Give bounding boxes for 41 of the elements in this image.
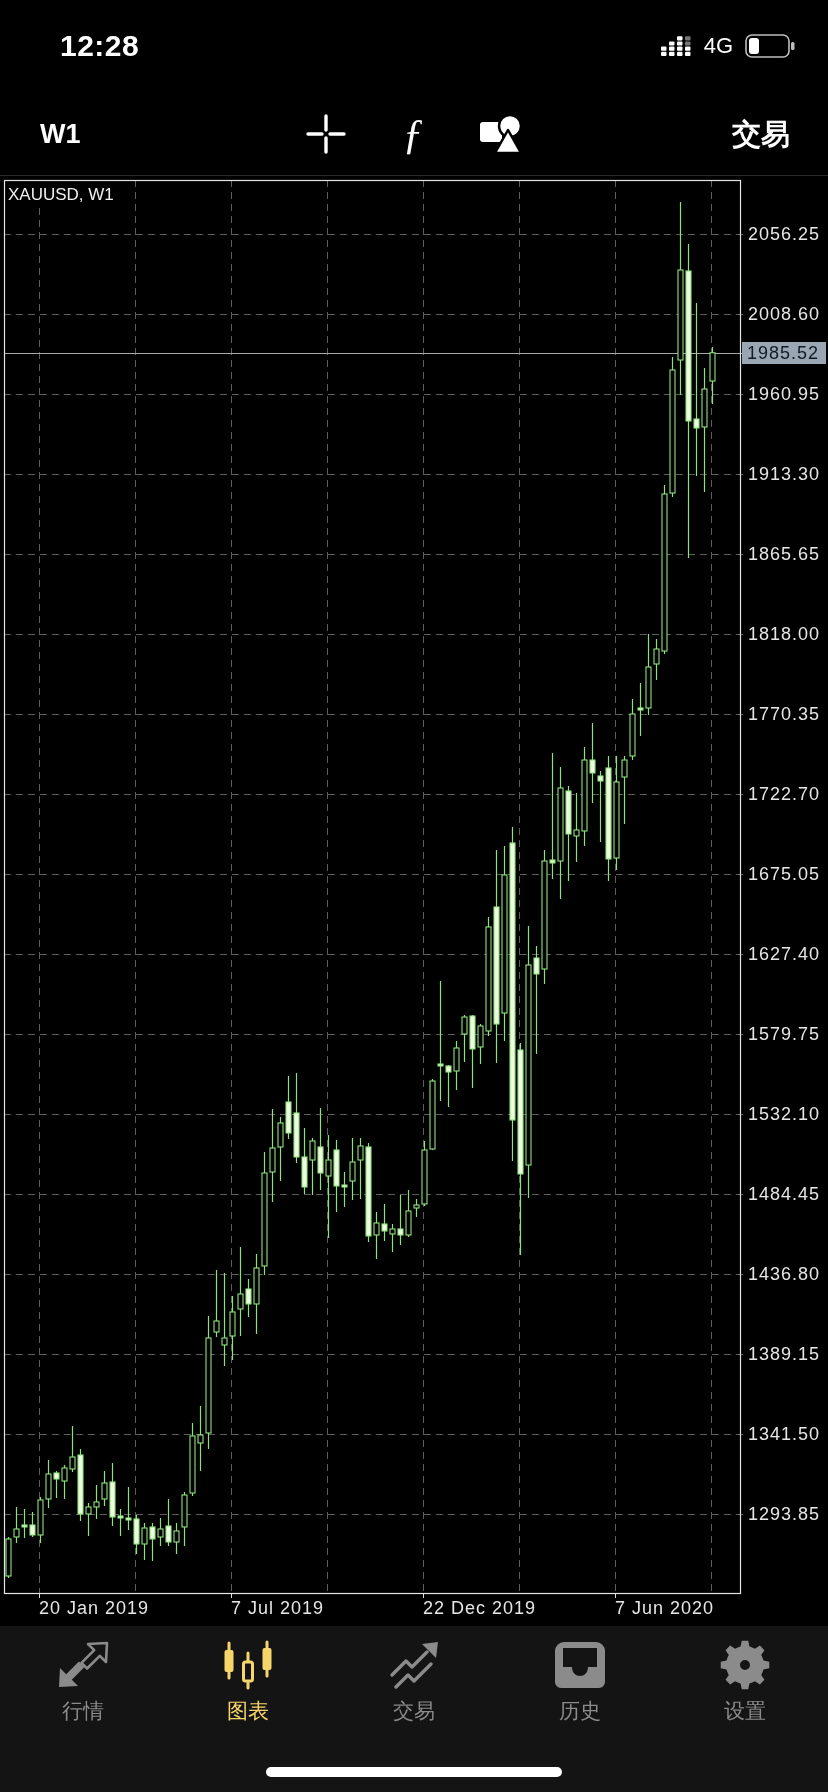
tab[interactable]: 图表 bbox=[193, 1640, 304, 1724]
date-label: 7 Jul 2019 bbox=[231, 1598, 325, 1618]
price-label: 1579.75 bbox=[748, 1023, 821, 1045]
price-label: 1675.05 bbox=[748, 863, 821, 885]
status-time: 12:28 bbox=[60, 28, 140, 64]
diagonal-arrows-icon bbox=[56, 1641, 109, 1689]
trend-arrow-icon bbox=[389, 1641, 439, 1689]
price-label: 1913.30 bbox=[748, 463, 821, 485]
price-label: 1341.50 bbox=[748, 1423, 821, 1445]
price-label: 2056.25 bbox=[748, 223, 821, 245]
current-price-label: 1985.52 bbox=[742, 342, 826, 364]
price-label: 1960.95 bbox=[748, 383, 821, 405]
trade-button[interactable]: 交易 bbox=[732, 115, 790, 152]
price-label: 1627.40 bbox=[748, 943, 821, 965]
timeframe-button[interactable]: W1 bbox=[36, 116, 85, 151]
price-label: 1532.10 bbox=[748, 1103, 821, 1125]
tab[interactable]: 设置 bbox=[690, 1640, 801, 1724]
price-label: 2008.60 bbox=[748, 303, 821, 325]
date-label: 20 Jan 2019 bbox=[39, 1598, 150, 1618]
candlestick-icon bbox=[223, 1640, 274, 1690]
indicators-button[interactable]: ƒ bbox=[398, 111, 428, 156]
battery-icon bbox=[745, 34, 795, 58]
tab[interactable]: 历史 bbox=[524, 1640, 635, 1724]
network-type: 4G bbox=[703, 33, 733, 59]
price-label: 1293.85 bbox=[748, 1503, 821, 1525]
tab[interactable]: 交易 bbox=[359, 1640, 469, 1724]
price-label: 1865.65 bbox=[748, 543, 821, 565]
price-label: 1770.35 bbox=[748, 703, 821, 725]
price-label: 1436.80 bbox=[748, 1263, 821, 1285]
price-label: 1484.45 bbox=[748, 1183, 821, 1205]
tab[interactable]: 行情 bbox=[27, 1640, 138, 1724]
signal-icon bbox=[659, 35, 692, 57]
crosshair-icon[interactable] bbox=[306, 113, 346, 154]
inbox-icon bbox=[554, 1642, 605, 1688]
date-label: 22 Dec 2019 bbox=[423, 1598, 537, 1618]
price-label: 1818.00 bbox=[748, 623, 821, 645]
shapes-icon[interactable] bbox=[480, 113, 522, 154]
price-label: 1722.70 bbox=[748, 783, 821, 805]
price-label: 1389.15 bbox=[748, 1343, 821, 1365]
date-label: 7 Jun 2020 bbox=[615, 1598, 715, 1618]
settings-icon bbox=[720, 1640, 771, 1690]
